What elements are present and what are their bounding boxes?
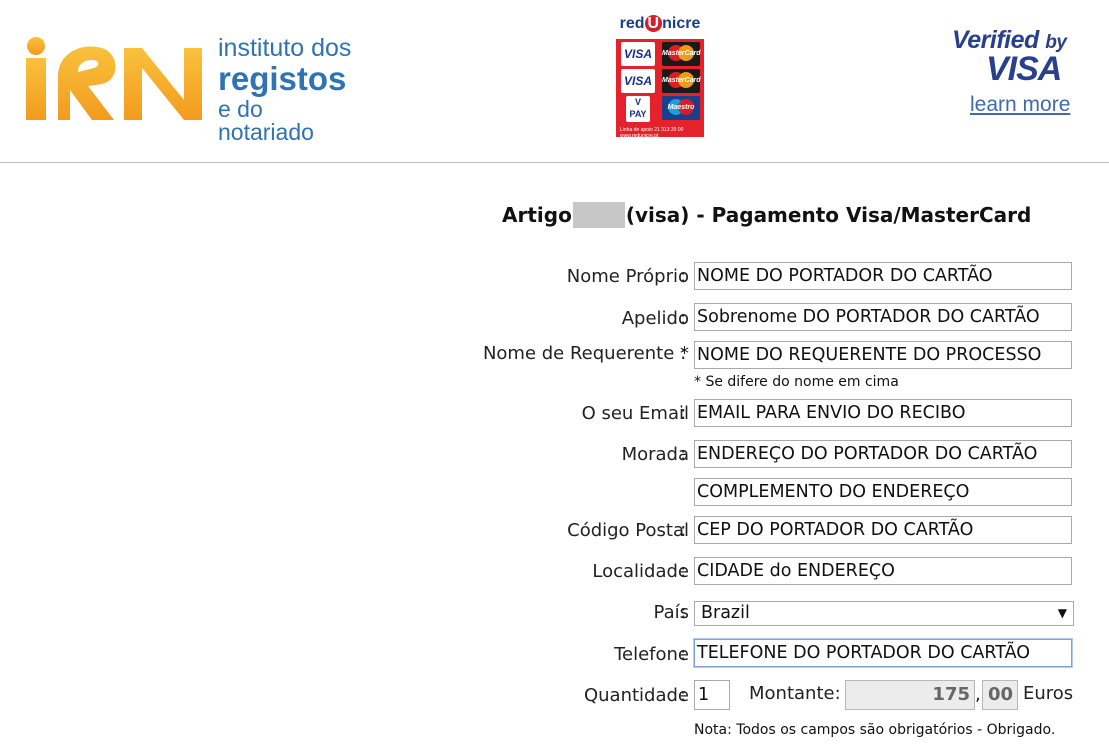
email-input[interactable]: EMAIL PARA ENVIO DO RECIBO — [694, 399, 1072, 427]
morada-input[interactable]: ENDEREÇO DO PORTADOR DO CARTÃO — [694, 440, 1072, 468]
colon: : — [680, 519, 687, 541]
redunicre-title-red: red — [619, 15, 645, 32]
irn-line3: e do notariado — [218, 96, 314, 145]
colon: : — [680, 342, 687, 364]
nome-requerente-input[interactable]: NOME DO REQUERENTE DO PROCESSO — [694, 341, 1072, 369]
mastercard-electronic-label: MasterCard — [662, 77, 701, 84]
requerente-hint: * Se difere do nome em cima — [694, 374, 899, 390]
vpay-icon: V PAY — [626, 96, 650, 122]
label-quantidade: Quantidade — [583, 685, 689, 706]
irn-line1: instituto dos — [218, 34, 352, 62]
redacted-article-number — [572, 202, 625, 228]
pais-selected-value: Brazil — [701, 603, 750, 623]
mastercard-electronic-icon: MasterCard — [662, 69, 701, 93]
localidade-input[interactable]: CIDADE do ENDEREÇO — [694, 557, 1072, 585]
label-codigo-postal: Código Postal — [567, 520, 689, 541]
redunicre-title-rest: nicre — [662, 15, 701, 32]
mastercard-icon: MasterCard — [662, 42, 701, 66]
form-title: Artigo (visa) - Pagamento Visa/MasterCard — [502, 202, 1031, 228]
required-fields-note: Nota: Todos os campos são obrigatórios -… — [694, 722, 1056, 738]
pais-select[interactable]: Brazil ▼ — [694, 601, 1074, 626]
verified-by-visa-badge: Verified by VISA learn more — [950, 26, 1090, 126]
learn-more-link[interactable]: learn more — [970, 93, 1070, 117]
redunicre-logo: red Unicre VISA MasterCard VISA MasterCar… — [615, 12, 705, 139]
maestro-label: Maestro — [667, 104, 695, 111]
colon: : — [680, 601, 687, 623]
currency-label: Euros — [1023, 683, 1074, 704]
label-morada: Morada — [621, 444, 689, 465]
label-email: O seu Email — [581, 403, 689, 424]
irn-logo-mark — [26, 37, 202, 120]
colon: : — [680, 307, 687, 329]
apelido-input[interactable]: Sobrenome DO PORTADOR DO CARTÃO — [694, 303, 1072, 331]
colon: : — [680, 560, 687, 582]
redunicre-card-panel: VISA MasterCard VISA MasterCard V PAY Ma… — [616, 39, 704, 139]
montante-decimal-field: 00 — [982, 680, 1018, 710]
form-title-start: Artigo — [502, 203, 572, 227]
label-telefone: Telefone — [614, 644, 689, 665]
chevron-down-icon: ▼ — [1057, 606, 1067, 620]
label-montante: Montante: — [749, 683, 841, 704]
irn-wordmark: instituto dos registos e do notariado — [218, 36, 362, 144]
morada-complement-input[interactable]: COMPLEMENTO DO ENDEREÇO — [694, 478, 1072, 506]
telefone-input[interactable]: TELEFONE DO PORTADOR DO CARTÃO — [694, 639, 1072, 667]
label-localidade: Localidade — [592, 561, 689, 582]
codigo-postal-input[interactable]: CEP DO PORTADOR DO CARTÃO — [694, 516, 1072, 544]
colon: : — [680, 643, 687, 665]
irn-line2: registos — [218, 60, 347, 97]
maestro-icon: Maestro — [662, 96, 700, 120]
label-nome-proprio: Nome Próprio — [566, 266, 689, 287]
visa-card-icon: VISA — [621, 42, 655, 66]
page-header: instituto dos registos e do notariado re… — [0, 0, 1109, 163]
montante-integer-field: 175 — [845, 680, 975, 710]
visa-electron-icon: VISA — [621, 69, 655, 93]
redunicre-title-u: U — [644, 15, 663, 32]
nome-proprio-input[interactable]: NOME DO PORTADOR DO CARTÃO — [694, 262, 1072, 290]
irn-logo: instituto dos registos e do notariado — [22, 28, 362, 144]
redunicre-footer: Linha de apoio 21 313 20 00 www.redunicr… — [620, 127, 684, 139]
montante-separator: , — [975, 684, 981, 705]
form-title-end: (visa) - Pagamento Visa/MasterCard — [625, 203, 1032, 227]
colon: : — [680, 443, 687, 465]
redunicre-title: red Unicre — [615, 12, 705, 38]
colon: : — [680, 684, 687, 706]
label-nome-requerente: Nome de Requerente * — [482, 343, 689, 364]
vbv-visa-text: VISA — [986, 50, 1062, 88]
mastercard-label: MasterCard — [662, 50, 701, 57]
colon: : — [680, 402, 687, 424]
label-apelido: Apelido — [621, 308, 689, 329]
colon: : — [680, 265, 687, 287]
quantidade-input[interactable]: 1 — [694, 680, 730, 710]
